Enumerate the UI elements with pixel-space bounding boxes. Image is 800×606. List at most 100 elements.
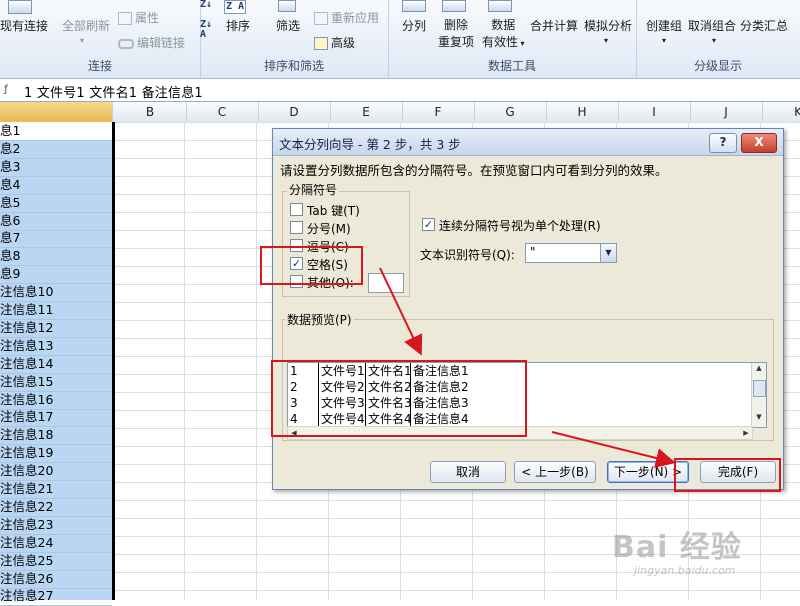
text-qualifier-label: 文本识别符号(Q): — [420, 248, 515, 262]
what-if-button[interactable]: 模拟分析 — [584, 17, 632, 34]
preview-scroll-thumb[interactable] — [753, 380, 766, 397]
text-to-columns-icon — [402, 0, 426, 12]
consolidate-button[interactable]: 合并计算 — [530, 17, 578, 34]
column-a-cell[interactable]: 注信息22 — [0, 498, 112, 517]
remove-duplicates-button[interactable]: 删除 重复项 — [438, 17, 474, 51]
column-a-cell[interactable]: 息1 — [0, 122, 112, 141]
close-button[interactable]: X — [741, 133, 777, 153]
delimiter-semicolon-checkbox[interactable] — [290, 221, 303, 234]
column-a-cell[interactable]: 息2 — [0, 140, 112, 159]
column-a-cell[interactable]: 注信息24 — [0, 534, 112, 553]
column-a-cell[interactable]: 息5 — [0, 194, 112, 213]
watermark-url: jingyan.baidu.com — [634, 564, 736, 577]
column-a-cell[interactable]: 注信息12 — [0, 319, 112, 338]
advanced-filter-icon — [314, 37, 328, 50]
watermark-logo: Bai 经验 — [612, 530, 742, 565]
column-a-cell[interactable]: 注信息16 — [0, 391, 112, 410]
cancel-button[interactable]: 取消 — [430, 461, 506, 483]
column-header-a[interactable] — [0, 102, 113, 122]
column-a-cell[interactable]: 注信息19 — [0, 444, 112, 464]
column-a-cell[interactable]: 注信息10 — [0, 283, 112, 303]
column-a-cell[interactable]: 注信息13 — [0, 337, 112, 356]
group-dropdown[interactable]: ▾ — [662, 36, 666, 45]
column-a-cell[interactable]: 息8 — [0, 247, 112, 267]
dialog-title: 文本分列向导 - 第 2 步，共 3 步 — [279, 137, 461, 152]
ungroup-dropdown[interactable]: ▾ — [712, 36, 716, 45]
chevron-down-icon[interactable]: ▼ — [600, 244, 616, 262]
column-header-k[interactable]: K — [762, 102, 800, 122]
column-header-g[interactable]: G — [474, 102, 547, 122]
column-a-cell[interactable]: 注信息26 — [0, 570, 112, 589]
edit-links-button[interactable]: 编辑链接 — [118, 34, 185, 51]
data-tools-group-label: 数据工具 — [487, 59, 536, 73]
dropdown-arrow-icon: ▾ — [518, 39, 525, 48]
column-a-cell[interactable]: 注信息14 — [0, 355, 112, 374]
consecutive-delimiters-checkbox[interactable]: ✓ — [422, 218, 435, 231]
properties-button[interactable]: 属性 — [118, 9, 159, 26]
column-a-cell[interactable]: 息3 — [0, 158, 112, 177]
what-if-dropdown[interactable]: ▾ — [604, 36, 608, 45]
outline-group: 创建组 ▾ 取消组合 ▾ 分类汇总 分级显示 — [636, 0, 800, 78]
column-a-cell[interactable]: 注信息27 — [0, 587, 112, 606]
delimiter-tab-checkbox[interactable] — [290, 203, 303, 216]
sort-az-icon: Z↓ Z↓ A — [200, 0, 213, 40]
connections-group: 现有连接 全部刷新 ▾ 属性 编辑链接 连接 — [0, 0, 201, 78]
link-icon — [118, 38, 134, 49]
subtotal-button[interactable]: 分类汇总 — [740, 17, 788, 34]
refresh-all-dropdown[interactable]: ▾ — [80, 36, 84, 45]
column-header-row: BCDEFGHIJK — [0, 102, 800, 123]
text-qualifier-select[interactable]: " ▼ — [525, 243, 617, 263]
column-a-cell[interactable]: 息7 — [0, 229, 112, 249]
column-a-cell[interactable]: 息9 — [0, 265, 112, 285]
scroll-right-icon[interactable]: ▶ — [740, 427, 752, 439]
help-button[interactable]: ? — [709, 133, 737, 153]
column-header-f[interactable]: F — [402, 102, 475, 122]
existing-connections-icon — [8, 0, 32, 14]
annotation-box-finish — [674, 458, 781, 492]
existing-connections-button[interactable]: 现有连接 — [0, 17, 48, 34]
other-delimiter-input[interactable] — [368, 273, 404, 293]
sort-button[interactable]: 排序 — [226, 17, 250, 34]
advanced-button[interactable]: 高级 — [314, 34, 355, 51]
column-a-cell[interactable]: 注信息17 — [0, 408, 112, 428]
dialog-titlebar[interactable]: 文本分列向导 - 第 2 步，共 3 步 ? X — [273, 129, 783, 156]
ungroup-button[interactable]: 取消组合 — [688, 17, 736, 34]
column-a-cell[interactable]: 注信息23 — [0, 516, 112, 535]
column-header-c[interactable]: C — [186, 102, 259, 122]
data-validation-button[interactable]: 数据 有效性 ▾ — [482, 17, 525, 52]
column-a-selection-border — [112, 122, 115, 600]
column-a-cell[interactable]: 息6 — [0, 212, 112, 231]
reapply-button[interactable]: 重新应用 — [314, 9, 379, 26]
column-header-e[interactable]: E — [330, 102, 403, 122]
preview-label: 数据预览(P) — [285, 311, 354, 328]
formula-bar[interactable]: ƒ 1 文件号1 文件名1 备注信息1 — [0, 79, 800, 102]
column-header-b[interactable]: B — [114, 102, 187, 122]
delimiter-semicolon-label: 分号(M) — [307, 222, 351, 236]
group-button[interactable]: 创建组 — [646, 17, 682, 34]
column-header-h[interactable]: H — [546, 102, 619, 122]
scroll-down-icon[interactable]: ▼ — [752, 413, 766, 425]
column-header-i[interactable]: I — [618, 102, 691, 122]
text-qualifier-value: " — [530, 245, 536, 259]
column-a-cell[interactable]: 注信息20 — [0, 462, 112, 482]
ribbon: 现有连接 全部刷新 ▾ 属性 编辑链接 连接 Z↓ Z↓ A Z A 排序 筛选 重… — [0, 0, 800, 79]
filter-button[interactable]: 筛选 — [276, 17, 300, 34]
back-button[interactable]: < 上一步(B) — [514, 461, 596, 483]
remove-duplicates-icon — [442, 0, 466, 12]
column-a-cell[interactable]: 息4 — [0, 176, 112, 195]
preview-vertical-scrollbar[interactable]: ▲ ▼ — [751, 363, 766, 427]
function-icon[interactable]: ƒ — [0, 81, 12, 99]
scroll-up-icon[interactable]: ▲ — [752, 364, 766, 376]
column-a-cell[interactable]: 注信息15 — [0, 373, 112, 392]
column-a-cell[interactable]: 注信息18 — [0, 426, 112, 446]
column-header-d[interactable]: D — [258, 102, 331, 122]
refresh-all-button[interactable]: 全部刷新 — [62, 17, 110, 34]
column-a-cell[interactable]: 注信息21 — [0, 480, 112, 499]
properties-icon — [118, 12, 132, 25]
watermark: Bai 经验 jingyan.baidu.com — [612, 522, 792, 582]
column-header-j[interactable]: J — [690, 102, 763, 122]
column-a-cell[interactable]: 注信息11 — [0, 301, 112, 320]
annotation-box-space — [260, 246, 363, 285]
column-a-cell[interactable]: 注信息25 — [0, 552, 112, 571]
text-to-columns-button[interactable]: 分列 — [402, 17, 426, 34]
